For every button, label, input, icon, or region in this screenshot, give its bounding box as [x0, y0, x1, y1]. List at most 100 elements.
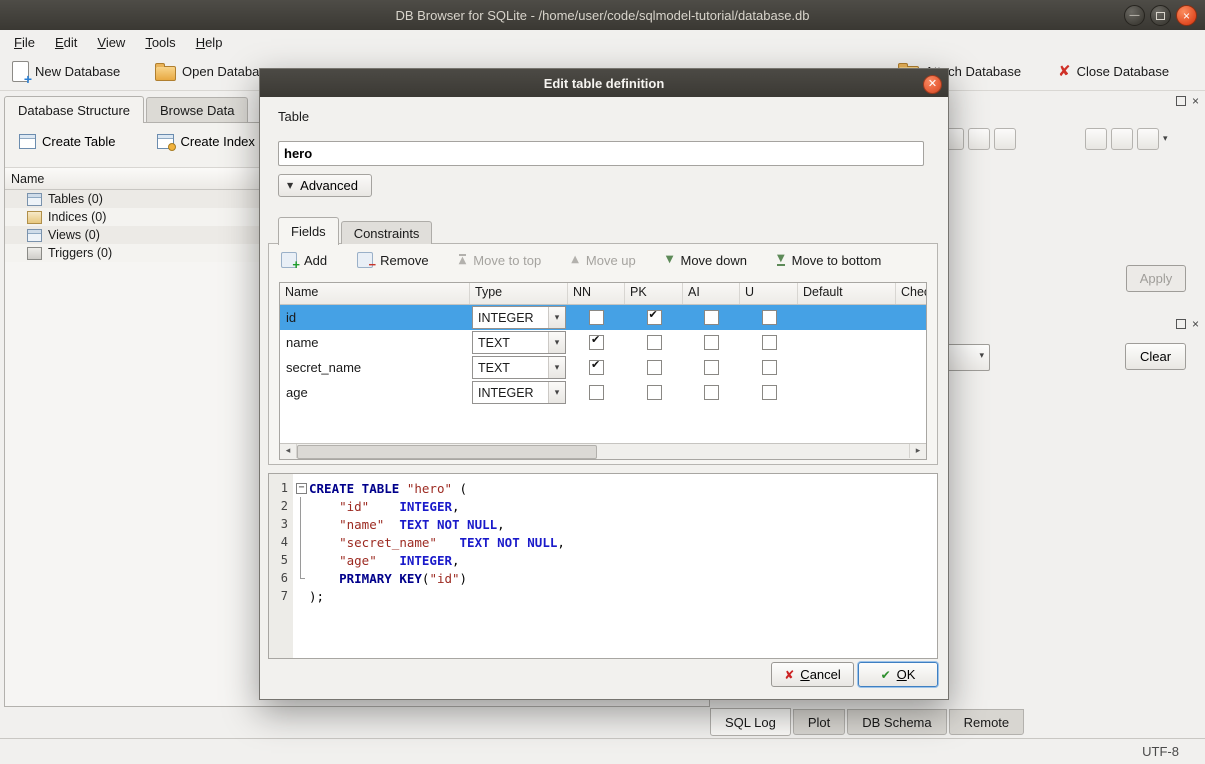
field-row-age[interactable]: age INTEGER ▾: [280, 380, 927, 405]
remove-button[interactable]: Remove: [355, 250, 430, 270]
field-row-id[interactable]: id INTEGER ▾: [280, 305, 927, 330]
ai-checkbox[interactable]: [704, 310, 719, 325]
ok-button[interactable]: ✔ OK: [858, 662, 938, 687]
scroll-left-icon[interactable]: ◂: [280, 444, 297, 458]
nn-checkbox[interactable]: [589, 385, 604, 400]
nn-checkbox[interactable]: [589, 335, 604, 350]
type-select[interactable]: TEXT ▾: [472, 356, 566, 379]
tab-database-structure[interactable]: Database Structure: [4, 96, 144, 123]
save-icon[interactable]: [1111, 128, 1133, 150]
column-header-ai[interactable]: AI: [683, 283, 740, 304]
cell-null-icon[interactable]: [994, 128, 1016, 150]
chevron-down-icon: ▾: [548, 332, 565, 353]
type-select[interactable]: TEXT ▾: [472, 331, 566, 354]
default-cell[interactable]: [798, 380, 896, 405]
table-name-input[interactable]: [278, 141, 924, 166]
new-database-button[interactable]: New Database: [12, 57, 120, 85]
u-checkbox[interactable]: [762, 335, 777, 350]
close-database-button[interactable]: ✘ Close Database: [1058, 57, 1169, 85]
pk-checkbox[interactable]: [647, 360, 662, 375]
ai-checkbox[interactable]: [704, 360, 719, 375]
scroll-right-icon[interactable]: ▸: [909, 444, 926, 458]
pk-checkbox[interactable]: [647, 335, 662, 350]
menu-view[interactable]: View: [87, 32, 135, 53]
dock-float-icon[interactable]: [1176, 319, 1186, 329]
column-header-default[interactable]: Default: [798, 283, 896, 304]
bottom-tab-remote[interactable]: Remote: [949, 709, 1025, 735]
check-cell[interactable]: [896, 380, 927, 405]
column-header-check[interactable]: Check: [896, 283, 927, 304]
column-header-nn[interactable]: NN: [568, 283, 625, 304]
ai-checkbox[interactable]: [704, 385, 719, 400]
bottom-tab-sql-log[interactable]: SQL Log: [710, 708, 791, 736]
type-select[interactable]: INTEGER ▾: [472, 306, 566, 329]
pk-cell: [625, 355, 683, 380]
dock-float-icon[interactable]: [1176, 96, 1186, 106]
ai-checkbox[interactable]: [704, 335, 719, 350]
copy-icon[interactable]: [1137, 128, 1159, 150]
default-cell[interactable]: [798, 305, 896, 330]
u-checkbox[interactable]: [762, 310, 777, 325]
u-checkbox[interactable]: [762, 385, 777, 400]
maximize-button[interactable]: [1150, 5, 1171, 26]
clear-button[interactable]: Clear: [1125, 343, 1186, 370]
field-row-name[interactable]: name TEXT ▾: [280, 330, 927, 355]
create-index-button[interactable]: Create Index: [149, 129, 262, 154]
move-to-bottom-button[interactable]: ▼Move to bottom: [775, 251, 883, 270]
add-icon: [281, 252, 297, 268]
check-cell[interactable]: [896, 305, 927, 330]
pk-checkbox[interactable]: [647, 385, 662, 400]
bottom-tab-plot[interactable]: Plot: [793, 709, 845, 735]
advanced-toggle[interactable]: ▼ Advanced: [278, 174, 372, 197]
fold-marker-icon[interactable]: −: [296, 483, 307, 494]
menu-edit[interactable]: Edit: [45, 32, 87, 53]
pk-checkbox[interactable]: [647, 310, 662, 325]
column-header-u[interactable]: U: [740, 283, 798, 304]
move-to-top-button[interactable]: ▲Move to top: [457, 251, 544, 270]
dock-close-icon[interactable]: ×: [1192, 95, 1199, 107]
menu-file[interactable]: File: [4, 32, 45, 53]
cell-export-icon[interactable]: [968, 128, 990, 150]
column-header-type[interactable]: Type: [470, 283, 568, 304]
dialog-tab-fields[interactable]: Fields: [278, 217, 339, 245]
chevron-down-icon[interactable]: ▾: [1163, 134, 1168, 144]
advanced-label: Advanced: [300, 178, 358, 193]
print-icon[interactable]: [1085, 128, 1107, 150]
open-database-button[interactable]: Open Database: [155, 57, 273, 85]
create-table-button[interactable]: Create Table: [11, 129, 123, 154]
default-cell[interactable]: [798, 355, 896, 380]
dialog-close-button[interactable]: ✕: [923, 75, 942, 94]
column-header-pk[interactable]: PK: [625, 283, 683, 304]
horizontal-scrollbar[interactable]: ◂ ▸: [280, 443, 926, 459]
nn-checkbox[interactable]: [589, 360, 604, 375]
menu-tools[interactable]: Tools: [135, 32, 185, 53]
menu-help[interactable]: Help: [186, 32, 233, 53]
line-number: 5: [269, 553, 293, 567]
cancel-button[interactable]: ✘ Cancel: [771, 662, 854, 687]
bottom-tab-db-schema[interactable]: DB Schema: [847, 709, 946, 735]
u-checkbox[interactable]: [762, 360, 777, 375]
type-select[interactable]: INTEGER ▾: [472, 381, 566, 404]
move-down-button[interactable]: ▼Move down: [664, 251, 749, 270]
dock-controls-top: ×: [1176, 95, 1199, 107]
default-cell[interactable]: [798, 330, 896, 355]
check-cell[interactable]: [896, 355, 927, 380]
field-row-secret-name[interactable]: secret_name TEXT ▾: [280, 355, 927, 380]
chevron-down-icon: ▼: [287, 181, 293, 190]
scrollbar-thumb[interactable]: [297, 445, 597, 459]
add-button[interactable]: Add: [279, 250, 329, 270]
check-cell[interactable]: [896, 330, 927, 355]
column-header-name[interactable]: Name: [280, 283, 470, 304]
dialog-tab-constraints[interactable]: Constraints: [341, 221, 433, 244]
window-close-button[interactable]: ×: [1176, 5, 1197, 26]
nn-checkbox[interactable]: [589, 310, 604, 325]
sql-line: 6 PRIMARY KEY("id"): [269, 569, 937, 587]
line-number: 2: [269, 499, 293, 513]
minimize-button[interactable]: —: [1124, 5, 1145, 26]
tab-browse-data[interactable]: Browse Data: [146, 97, 248, 122]
move-up-button[interactable]: ▲Move up: [569, 251, 638, 270]
apply-button[interactable]: Apply: [1126, 265, 1186, 292]
dock-close-icon[interactable]: ×: [1192, 318, 1199, 330]
type-value: INTEGER: [478, 386, 534, 400]
line-number: 7: [269, 589, 293, 603]
